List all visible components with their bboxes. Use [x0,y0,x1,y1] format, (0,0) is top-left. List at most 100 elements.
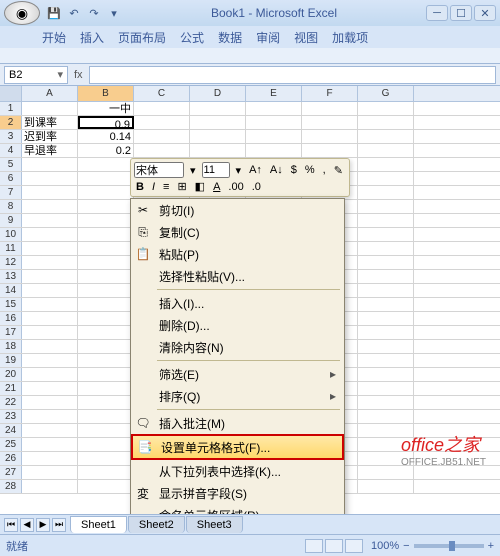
cell[interactable] [22,256,78,269]
cell[interactable] [78,298,134,311]
fill-color-icon[interactable]: ◧ [193,180,207,193]
row-header[interactable]: 4 [0,144,22,157]
bold-icon[interactable]: B [134,181,146,193]
cell[interactable] [22,270,78,283]
cell[interactable] [134,102,190,115]
menu-paste-special[interactable]: 选择性粘贴(V)... [131,265,344,287]
cell[interactable] [78,284,134,297]
cell[interactable] [22,382,78,395]
col-B[interactable]: B [78,86,134,101]
cell[interactable] [134,116,190,129]
cell[interactable] [358,270,414,283]
cell[interactable] [22,214,78,227]
cell[interactable] [22,410,78,423]
row-header[interactable]: 1 [0,102,22,115]
row-header[interactable]: 25 [0,438,22,451]
tab-view[interactable]: 视图 [294,29,318,46]
cell[interactable] [358,102,414,115]
cell[interactable] [22,284,78,297]
row-header[interactable]: 16 [0,312,22,325]
sheet-tab-1[interactable]: Sheet1 [70,516,127,533]
cell[interactable] [22,340,78,353]
cell[interactable] [358,382,414,395]
row-header[interactable]: 8 [0,200,22,213]
menu-copy[interactable]: ⎘复制(C) [131,221,344,243]
cell[interactable] [358,452,414,465]
tab-formulas[interactable]: 公式 [180,29,204,46]
office-button[interactable]: ◉ [4,1,40,25]
cell[interactable] [78,242,134,255]
cell[interactable] [358,284,414,297]
menu-insert[interactable]: 插入(I)... [131,292,344,314]
col-F[interactable]: F [302,86,358,101]
cell[interactable] [246,102,302,115]
cell[interactable] [22,424,78,437]
cell[interactable] [22,438,78,451]
menu-filter[interactable]: 筛选(E)▸ [131,363,344,385]
cell[interactable] [78,312,134,325]
tab-layout[interactable]: 页面布局 [118,29,166,46]
cell[interactable] [22,298,78,311]
cell[interactable] [22,466,78,479]
last-sheet-button[interactable]: ⏭ [52,518,66,532]
cell[interactable] [22,396,78,409]
cell[interactable] [246,116,302,129]
decrease-decimal-icon[interactable]: .00 [226,181,245,193]
grow-font-icon[interactable]: A↑ [247,164,264,176]
font-size-input[interactable] [202,162,230,178]
cell[interactable]: 迟到率 [22,130,78,143]
cell[interactable] [78,228,134,241]
page-layout-view-button[interactable] [325,539,343,553]
cell[interactable] [246,144,302,157]
cell[interactable] [22,326,78,339]
minimize-button[interactable]: ─ [426,5,448,21]
cell[interactable] [358,438,414,451]
cell[interactable] [358,326,414,339]
row-header[interactable]: 14 [0,284,22,297]
menu-paste[interactable]: 📋粘贴(P) [131,243,344,265]
cell[interactable] [358,256,414,269]
cell[interactable] [302,130,358,143]
tab-addins[interactable]: 加载项 [332,29,368,46]
currency-icon[interactable]: $ [289,164,299,176]
name-box[interactable]: B2 ▾ [4,66,68,84]
row-header[interactable]: 18 [0,340,22,353]
cell[interactable] [22,200,78,213]
cell[interactable] [302,102,358,115]
row-header[interactable]: 5 [0,158,22,171]
normal-view-button[interactable] [305,539,323,553]
cell[interactable] [358,116,414,129]
cell[interactable] [358,410,414,423]
save-icon[interactable]: 💾 [46,5,62,21]
cell[interactable] [22,312,78,325]
row-header[interactable]: 10 [0,228,22,241]
cell[interactable] [358,312,414,325]
cell[interactable]: 0.14 [78,130,134,143]
cell[interactable] [22,172,78,185]
cell[interactable] [358,186,414,199]
cell[interactable] [358,200,414,213]
cell[interactable] [358,368,414,381]
menu-pick-list[interactable]: 从下拉列表中选择(K)... [131,460,344,482]
cell[interactable] [190,144,246,157]
cell[interactable] [190,116,246,129]
cell[interactable] [190,102,246,115]
cell[interactable] [78,354,134,367]
row-header[interactable]: 28 [0,480,22,493]
row-header[interactable]: 13 [0,270,22,283]
cell[interactable] [78,396,134,409]
row-header[interactable]: 23 [0,410,22,423]
align-center-icon[interactable]: ≡ [161,181,171,193]
cell[interactable]: 0.2 [78,144,134,157]
zoom-slider[interactable] [414,544,484,548]
cell[interactable] [78,410,134,423]
close-button[interactable]: ✕ [474,5,496,21]
cell[interactable]: 到课率 [22,116,78,129]
cell[interactable] [22,102,78,115]
cell[interactable] [78,382,134,395]
cell[interactable] [134,130,190,143]
tab-data[interactable]: 数据 [218,29,242,46]
font-color-icon[interactable]: A [211,181,222,193]
row-header[interactable]: 15 [0,298,22,311]
menu-clear[interactable]: 清除内容(N) [131,336,344,358]
